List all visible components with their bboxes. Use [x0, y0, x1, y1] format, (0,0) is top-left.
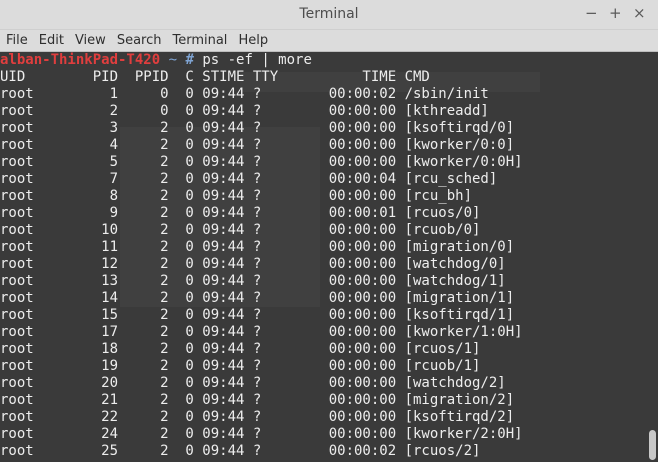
menu-file[interactable]: File	[6, 30, 28, 51]
prompt-host: alban-ThinkPad-T420	[0, 52, 161, 68]
maximize-icon[interactable]: +	[609, 5, 622, 21]
process-row: root 7 2 0 09:44 ? 00:00:04 [rcu_sched]	[0, 171, 498, 187]
process-row: root 18 2 0 09:44 ? 00:00:00 [rcuos/1]	[0, 341, 481, 357]
prompt-hash: #	[185, 52, 194, 68]
process-row: root 9 2 0 09:44 ? 00:00:01 [rcuos/0]	[0, 205, 481, 221]
process-row: root 8 2 0 09:44 ? 00:00:00 [rcu_bh]	[0, 188, 473, 204]
process-row: root 1 0 0 09:44 ? 00:00:02 /sbin/init	[0, 86, 489, 102]
window-title: Terminal	[299, 6, 359, 22]
menu-bar: File Edit View Search Terminal Help	[0, 30, 658, 52]
process-row: root 21 2 0 09:44 ? 00:00:00 [migration/…	[0, 392, 515, 408]
process-row: root 5 2 0 09:44 ? 00:00:00 [kworker/0:0…	[0, 154, 523, 170]
prompt-path: ~	[160, 52, 186, 68]
menu-search[interactable]: Search	[117, 30, 162, 51]
menu-edit[interactable]: Edit	[39, 30, 64, 51]
process-row: root 11 2 0 09:44 ? 00:00:00 [migration/…	[0, 239, 515, 255]
process-row: root 24 2 0 09:44 ? 00:00:00 [kworker/2:…	[0, 426, 523, 442]
process-row: root 17 2 0 09:44 ? 00:00:00 [kworker/1:…	[0, 324, 523, 340]
menu-help[interactable]: Help	[238, 30, 268, 51]
process-row: root 20 2 0 09:44 ? 00:00:00 [watchdog/2…	[0, 375, 506, 391]
minimize-icon[interactable]: −	[585, 5, 598, 21]
scrollbar-thumb[interactable]	[649, 430, 656, 460]
vertical-scrollbar[interactable]	[646, 52, 658, 462]
menu-terminal[interactable]: Terminal	[172, 30, 227, 51]
terminal-output[interactable]: alban-ThinkPad-T420 ~ # ps -ef | more UI…	[0, 52, 646, 462]
process-row: root 15 2 0 09:44 ? 00:00:00 [ksoftirqd/…	[0, 307, 515, 323]
process-row: root 3 2 0 09:44 ? 00:00:00 [ksoftirqd/0…	[0, 120, 515, 136]
title-bar[interactable]: Terminal − + ×	[0, 0, 658, 30]
process-row: root 12 2 0 09:44 ? 00:00:00 [watchdog/0…	[0, 256, 506, 272]
process-row: root 10 2 0 09:44 ? 00:00:00 [rcuob/0]	[0, 222, 481, 238]
process-row: root 22 2 0 09:44 ? 00:00:00 [ksoftirqd/…	[0, 409, 515, 425]
process-row: root 19 2 0 09:44 ? 00:00:00 [rcuob/1]	[0, 358, 481, 374]
close-icon[interactable]: ×	[633, 5, 646, 21]
terminal-window: Terminal − + × File Edit View Search Ter…	[0, 0, 658, 462]
process-row: root 14 2 0 09:44 ? 00:00:00 [migration/…	[0, 290, 515, 306]
process-row: root 2 0 0 09:44 ? 00:00:00 [kthreadd]	[0, 103, 489, 119]
process-row: root 13 2 0 09:44 ? 00:00:00 [watchdog/1…	[0, 273, 506, 289]
prompt-command: ps -ef | more	[193, 52, 312, 68]
menu-view[interactable]: View	[75, 30, 106, 51]
process-row: root 25 2 0 09:44 ? 00:00:02 [rcuos/2]	[0, 443, 481, 459]
prompt-line: alban-ThinkPad-T420 ~ # ps -ef | more	[0, 52, 646, 69]
process-row: root 4 2 0 09:44 ? 00:00:00 [kworker/0:0…	[0, 137, 515, 153]
ps-header-line: UID PID PPID C STIME TTY TIME CMD	[0, 69, 430, 85]
